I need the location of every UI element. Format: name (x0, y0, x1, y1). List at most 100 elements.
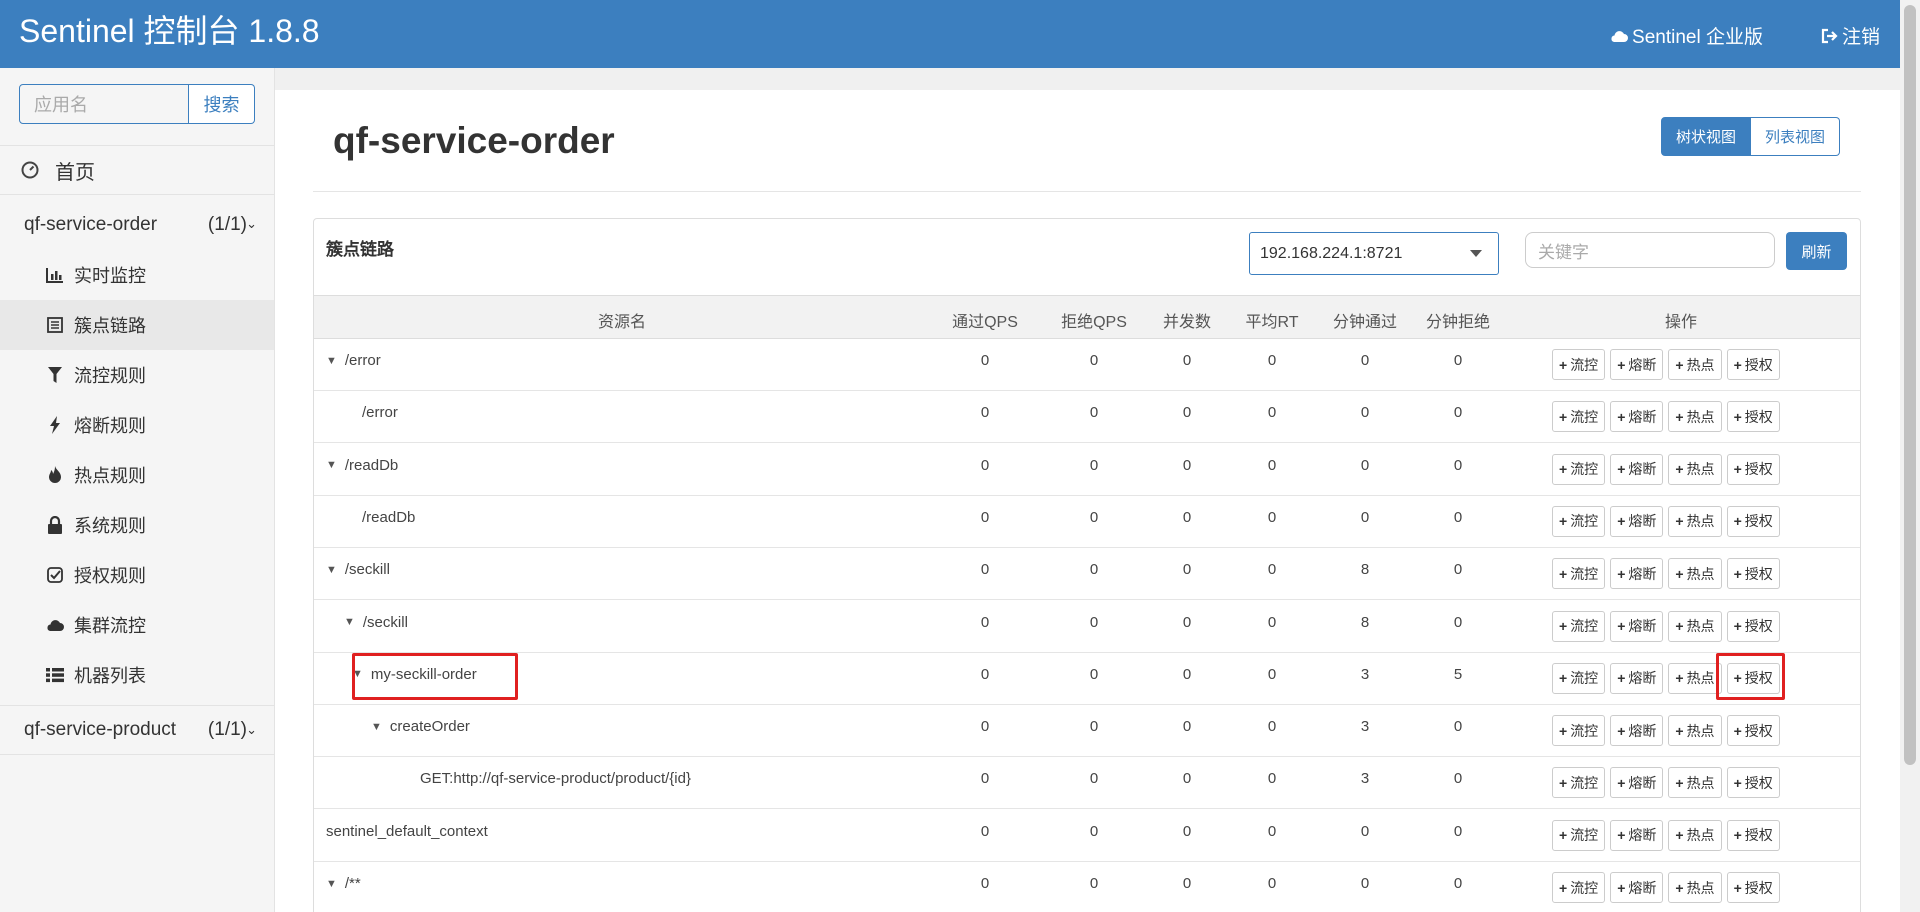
resource-name[interactable]: ▼ /error (326, 352, 381, 369)
sidebar-item-cluster-point-link[interactable]: 簇点链路 (0, 300, 274, 350)
authority-button[interactable]: + 授权 (1726, 349, 1780, 380)
sidebar-item-degrade-rules[interactable]: 熔断规则 (0, 400, 274, 450)
nav-home[interactable]: 首页 (0, 145, 275, 195)
metric-cell: 0 (1360, 508, 1370, 526)
authority-button[interactable]: + 授权 (1726, 872, 1780, 903)
authority-button[interactable]: + 授权 (1726, 819, 1780, 851)
degrade-button[interactable]: + 熔断 (1610, 767, 1664, 799)
degrade-button[interactable]: + 熔断 (1610, 349, 1664, 380)
enterprise-link[interactable]: Sentinel 企业版 (1610, 22, 1763, 49)
authority-button[interactable]: + 授权 (1726, 401, 1780, 433)
app-item-qf-service-order[interactable]: qf-service-order (1/1) ⌄ (0, 200, 275, 250)
authority-button[interactable]: + 授权 (1726, 610, 1780, 642)
flow-button[interactable]: + 流控 (1552, 453, 1606, 485)
row-operations: + 流控 + 熔断 + 热点 + 授权 (1552, 872, 1780, 903)
resource-name[interactable]: ▼ /seckill (344, 614, 408, 631)
degrade-button[interactable]: + 熔断 (1610, 872, 1664, 903)
degrade-button[interactable]: + 熔断 (1610, 662, 1664, 694)
authority-button[interactable]: + 授权 (1726, 662, 1780, 694)
sidebar-item-hotspot-rules[interactable]: 热点规则 (0, 450, 274, 500)
scrollbar-thumb[interactable] (1904, 5, 1916, 765)
resource-name[interactable]: ▼ createOrder (371, 718, 470, 735)
resource-name[interactable]: /readDb (362, 509, 415, 526)
resource-name[interactable]: /error (362, 404, 398, 421)
resource-name[interactable]: sentinel_default_context (326, 823, 488, 840)
page-scrollbar[interactable] (1900, 0, 1920, 912)
hotspot-button[interactable]: + 热点 (1668, 767, 1722, 799)
app-search-input[interactable]: 应用名 (19, 84, 189, 124)
hotspot-button[interactable]: + 热点 (1668, 662, 1722, 694)
expand-triangle-icon[interactable]: ▼ (352, 668, 363, 680)
expand-triangle-icon[interactable]: ▼ (326, 459, 337, 471)
hotspot-button[interactable]: + 热点 (1668, 349, 1722, 380)
authority-button[interactable]: + 授权 (1726, 767, 1780, 799)
flow-button[interactable]: + 流控 (1552, 819, 1606, 851)
table-row: ▼/error 0 0 0 0 0 0 + 流控 + 熔断 + 热点 + 授权 (314, 339, 1860, 391)
resource-name[interactable]: ▼ my-seckill-order (352, 666, 477, 683)
brand-title[interactable]: Sentinel 控制台 1.8.8 (19, 11, 320, 51)
hotspot-button[interactable]: + 热点 (1668, 610, 1722, 642)
hotspot-button[interactable]: + 热点 (1668, 401, 1722, 433)
hotspot-button[interactable]: + 热点 (1668, 453, 1722, 485)
flow-button[interactable]: + 流控 (1552, 558, 1606, 590)
degrade-button[interactable]: + 熔断 (1610, 610, 1664, 642)
tree-view-button[interactable]: 树状视图 (1661, 117, 1752, 156)
hotspot-button[interactable]: + 热点 (1668, 872, 1722, 903)
app-item-qf-service-product[interactable]: qf-service-product (1/1) ⌄ (0, 705, 275, 755)
resource-name[interactable]: GET:http://qf-service-product/product/{i… (420, 770, 691, 787)
resource-name[interactable]: ▼ /readDb (326, 457, 398, 474)
list-view-button[interactable]: 列表视图 (1751, 117, 1841, 156)
sidebar-item-system-rules[interactable]: 系统规则 (0, 500, 274, 550)
expand-triangle-icon[interactable]: ▼ (326, 564, 337, 576)
metric-cell: 0 (1453, 456, 1463, 474)
logout-link[interactable]: 注销 (1820, 22, 1880, 49)
resource-name[interactable]: ▼ /seckill (326, 561, 390, 578)
expand-triangle-icon[interactable]: ▼ (326, 355, 337, 367)
flow-button[interactable]: + 流控 (1552, 401, 1606, 433)
resource-name[interactable]: ▼ /** (326, 875, 361, 892)
caret-down-icon (1470, 250, 1482, 257)
search-button[interactable]: 搜索 (189, 84, 255, 124)
cloud-icon (1611, 30, 1629, 42)
flow-button[interactable]: + 流控 (1552, 505, 1606, 537)
hotspot-button[interactable]: + 热点 (1668, 819, 1722, 851)
sidebar-item-cluster-flow[interactable]: 集群流控 (0, 600, 274, 650)
flow-button[interactable]: + 流控 (1552, 662, 1606, 694)
hotspot-button[interactable]: + 热点 (1668, 505, 1722, 537)
hotspot-button[interactable]: + 热点 (1668, 558, 1722, 590)
flow-button[interactable]: + 流控 (1552, 767, 1606, 799)
col-resource: 资源名 (597, 314, 647, 331)
sidebar-item-realtime-monitor[interactable]: 实时监控 (0, 250, 274, 300)
degrade-button[interactable]: + 熔断 (1610, 558, 1664, 590)
degrade-button[interactable]: + 熔断 (1610, 505, 1664, 537)
degrade-button[interactable]: + 熔断 (1610, 819, 1664, 851)
app-count: (1/1) (207, 719, 247, 740)
flow-button[interactable]: + 流控 (1552, 349, 1606, 380)
machine-select[interactable]: 192.168.224.1:8721 (1249, 232, 1499, 275)
flow-button[interactable]: + 流控 (1552, 610, 1606, 642)
flow-button[interactable]: + 流控 (1552, 872, 1606, 903)
metric-cell: 8 (1360, 561, 1370, 579)
degrade-button[interactable]: + 熔断 (1610, 453, 1664, 485)
degrade-button[interactable]: + 熔断 (1610, 401, 1664, 433)
plus-icon: + (1559, 879, 1568, 896)
expand-triangle-icon[interactable]: ▼ (371, 721, 382, 733)
hotspot-button[interactable]: + 热点 (1668, 715, 1722, 747)
expand-triangle-icon[interactable]: ▼ (326, 878, 337, 890)
sidebar-item-authority-rules[interactable]: 授权规则 (0, 550, 274, 600)
refresh-button[interactable]: 刷新 (1786, 232, 1847, 270)
sidebar-item-flow-rules[interactable]: 流控规则 (0, 350, 274, 400)
sidebar-item-machine-list[interactable]: 机器列表 (0, 650, 274, 700)
degrade-button[interactable]: + 熔断 (1610, 715, 1664, 747)
keyword-input[interactable]: 关键字 (1525, 232, 1775, 268)
flow-button[interactable]: + 流控 (1552, 715, 1606, 747)
metric-cell: 0 (980, 508, 990, 526)
authority-button[interactable]: + 授权 (1726, 715, 1780, 747)
metric-cell: 0 (980, 822, 990, 840)
authority-button[interactable]: + 授权 (1726, 453, 1780, 485)
authority-button[interactable]: + 授权 (1726, 505, 1780, 537)
authority-button[interactable]: + 授权 (1726, 558, 1780, 590)
table-row: ▼/seckill 0 0 0 0 8 0 + 流控 + 熔断 + 热点 + 授权 (314, 601, 1860, 653)
expand-triangle-icon[interactable]: ▼ (344, 616, 355, 628)
op-label: 熔断 (1628, 565, 1657, 582)
